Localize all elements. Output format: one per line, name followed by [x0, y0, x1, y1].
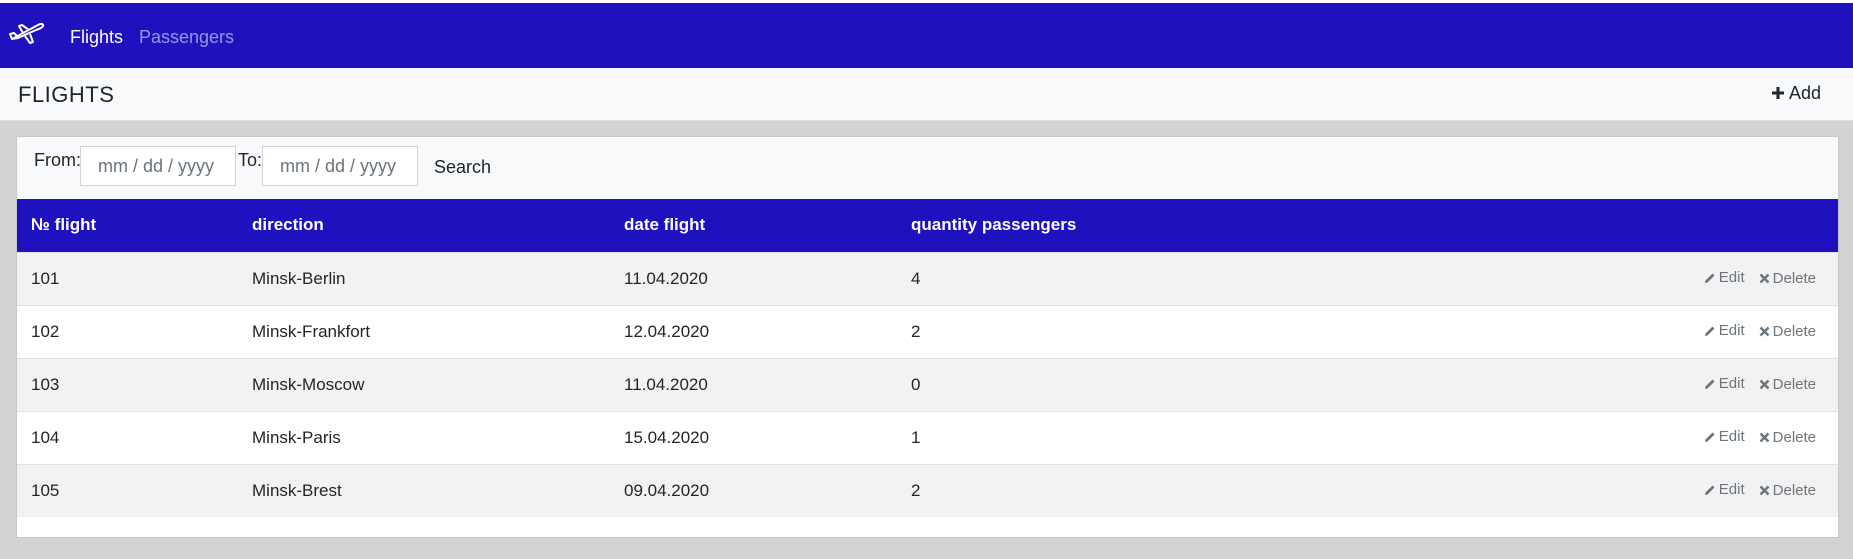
edit-button[interactable]: Edit: [1704, 375, 1745, 392]
delete-label: Delete: [1772, 322, 1816, 340]
table-row: 102 Minsk-Frankfort 12.04.2020 2 Edit Delete: [17, 305, 1838, 358]
edit-label: Edit: [1718, 322, 1745, 339]
edit-button[interactable]: Edit: [1704, 428, 1745, 445]
navbar: Flights Passengers: [0, 3, 1853, 68]
cell-direction: Minsk-Brest: [252, 480, 342, 500]
edit-label: Edit: [1718, 269, 1745, 286]
column-header-flight[interactable]: № flight: [17, 199, 252, 252]
edit-button[interactable]: Edit: [1704, 269, 1745, 286]
airplane-icon[interactable]: [8, 17, 46, 47]
pencil-icon: [1704, 431, 1716, 443]
pencil-icon: [1704, 484, 1716, 496]
from-date-input[interactable]: mm / dd / yyyy: [80, 146, 236, 186]
table-row: 103 Minsk-Moscow 11.04.2020 0 Edit Delete: [17, 358, 1838, 411]
delete-label: Delete: [1772, 269, 1816, 287]
table-row: 101 Minsk-Berlin 11.04.2020 4 Edit Delete: [17, 252, 1838, 305]
cell-flight-number: 104: [31, 427, 60, 447]
cell-date: 11.04.2020: [624, 374, 708, 394]
plus-icon: [1771, 85, 1785, 103]
cell-passengers: 1: [911, 427, 921, 447]
column-header-actions: [1411, 199, 1838, 252]
pencil-icon: [1704, 325, 1716, 337]
cell-passengers: 2: [911, 480, 921, 500]
search-button[interactable]: Search: [434, 157, 491, 178]
page-header: FLIGHTS Add: [0, 68, 1853, 121]
add-button[interactable]: Add: [1771, 83, 1821, 104]
nav-item-passengers[interactable]: Passengers: [139, 26, 234, 48]
table-row: 105 Minsk-Brest 09.04.2020 2 Edit Delete: [17, 464, 1838, 517]
cell-direction: Minsk-Moscow: [252, 374, 365, 394]
cell-passengers: 2: [911, 321, 921, 341]
edit-label: Edit: [1718, 481, 1745, 499]
cell-flight-number: 103: [31, 374, 60, 394]
delete-button[interactable]: Delete: [1759, 323, 1816, 340]
cell-actions: Edit Delete: [1411, 464, 1838, 517]
cell-actions: Edit Delete: [1411, 358, 1838, 411]
add-button-label: Add: [1788, 83, 1821, 103]
close-icon: [1759, 379, 1770, 390]
delete-button[interactable]: Delete: [1759, 482, 1816, 499]
cell-flight-number: 105: [31, 480, 60, 500]
cell-date: 12.04.2020: [624, 321, 710, 341]
pencil-icon: [1704, 272, 1716, 284]
edit-label: Edit: [1718, 428, 1745, 445]
delete-label: Delete: [1772, 481, 1816, 499]
from-label: From:: [34, 150, 81, 170]
delete-label: Delete: [1772, 375, 1816, 393]
close-icon: [1759, 273, 1770, 284]
pencil-icon: [1704, 378, 1716, 390]
date-filter-bar: From: mm / dd / yyyy To: mm / dd / yyyy …: [17, 137, 1838, 198]
flights-card: From: mm / dd / yyyy To: mm / dd / yyyy …: [16, 136, 1839, 538]
cell-date: 15.04.2020: [624, 427, 710, 447]
cell-actions: Edit Delete: [1411, 252, 1838, 305]
table-header-row: № flight direction date flight quantity …: [17, 199, 1838, 252]
cell-passengers: 4: [911, 268, 921, 288]
edit-button[interactable]: Edit: [1704, 322, 1745, 339]
edit-label: Edit: [1718, 375, 1745, 392]
delete-button[interactable]: Delete: [1759, 376, 1816, 393]
cell-passengers: 0: [911, 374, 921, 394]
flights-table: № flight direction date flight quantity …: [17, 199, 1838, 517]
cell-direction: Minsk-Berlin: [252, 268, 346, 288]
column-header-direction[interactable]: direction: [252, 199, 624, 252]
nav-item-flights[interactable]: Flights: [70, 26, 123, 48]
delete-label: Delete: [1772, 428, 1816, 446]
cell-flight-number: 102: [31, 321, 60, 341]
column-header-passengers[interactable]: quantity passengers: [911, 199, 1411, 252]
close-icon: [1759, 485, 1770, 496]
cell-direction: Minsk-Frankfort: [252, 321, 371, 341]
column-header-date[interactable]: date flight: [624, 199, 911, 252]
cell-actions: Edit Delete: [1411, 411, 1838, 464]
page-title: FLIGHTS: [18, 82, 115, 107]
to-label: To:: [238, 150, 263, 170]
cell-date: 09.04.2020: [624, 480, 710, 500]
cell-flight-number: 101: [31, 268, 60, 288]
close-icon: [1759, 326, 1770, 337]
delete-button[interactable]: Delete: [1759, 429, 1816, 446]
table-row: 104 Minsk-Paris 15.04.2020 1 Edit Delete: [17, 411, 1838, 464]
cell-date: 11.04.2020: [624, 268, 708, 288]
to-date-input[interactable]: mm / dd / yyyy: [262, 146, 418, 186]
cell-direction: Minsk-Paris: [252, 427, 341, 447]
delete-button[interactable]: Delete: [1759, 270, 1816, 287]
edit-button[interactable]: Edit: [1704, 481, 1745, 498]
cell-actions: Edit Delete: [1411, 305, 1838, 358]
close-icon: [1759, 432, 1770, 443]
